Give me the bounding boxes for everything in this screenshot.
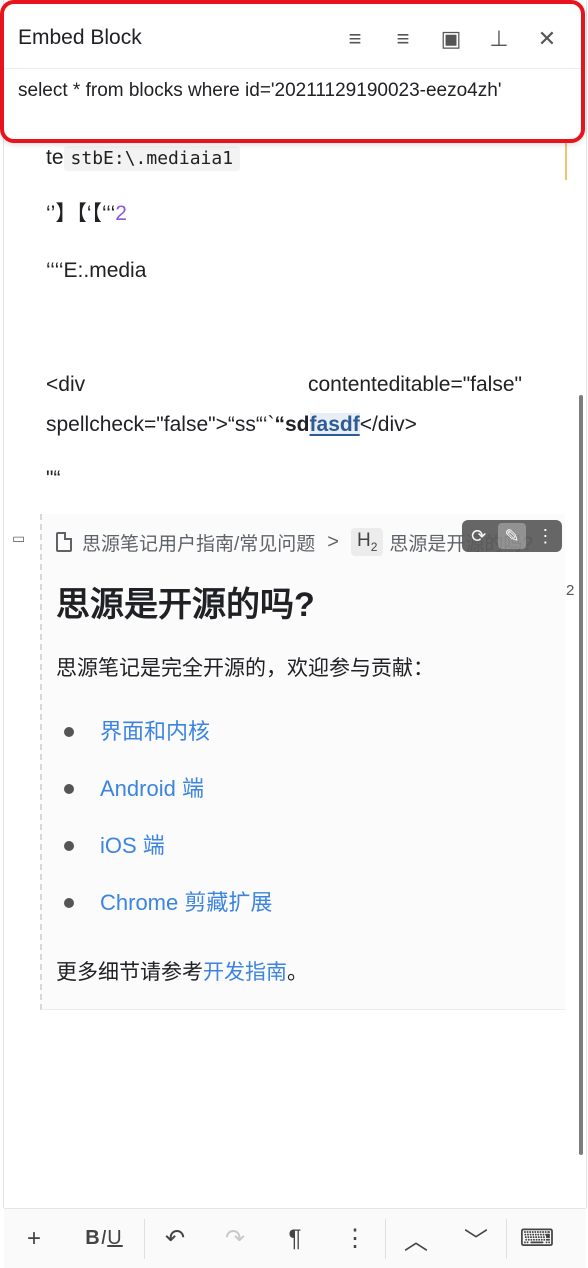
right-border <box>586 0 587 1208</box>
edit-icon[interactable]: ✎ <box>497 523 526 549</box>
embed-paragraph: 思源笔记是完全开源的，欢迎参与贡献： <box>56 657 434 680</box>
list-item: Chrome 剪藏扩展 <box>56 888 272 945</box>
bold-label: B <box>85 1227 101 1249</box>
collapse-list-icon[interactable]: ≡ <box>331 22 379 56</box>
left-border <box>3 0 4 1208</box>
embed-block[interactable]: 思源笔记用户指南/常见问题 > H2 思源是开源的吗? ⟳ ✎ ⋮ 思源是开源的… <box>40 514 565 1010</box>
underline-label: U <box>107 1227 123 1249</box>
heading-level-badge: H2 <box>350 528 384 556</box>
list-item: Android 端 <box>56 774 272 831</box>
editor-scrollbar[interactable] <box>579 395 583 1155</box>
bottom-toolbar: + BIU ↶ ↷ ¶ ⋮ ︿ ﹀ ⌨ <box>4 1208 586 1268</box>
selected-bold-text: fasdf <box>309 413 360 436</box>
blockquote-bar <box>565 140 567 180</box>
keyboard-icon[interactable]: ⌨ <box>507 1209 567 1268</box>
bold-text: “sd <box>274 413 310 436</box>
paragraph-div-line2[interactable]: spellcheck="false">“ss“‘`“sdfasdf</div> <box>46 411 417 439</box>
bullet-icon <box>64 841 74 851</box>
embed-toolbar: ⟳ ✎ ⋮ <box>462 520 562 552</box>
editor-area[interactable]: te stbE:\.mediaia1 ‘’】【‘【‘‘‘2 ‘‘‘‘E:.medi… <box>0 0 588 1208</box>
breadcrumb-path[interactable]: 思源笔记用户指南/常见问题 <box>82 529 315 556</box>
paragraph-brackets[interactable]: ‘’】【‘【‘‘‘2 <box>46 200 127 228</box>
side-number: 2 <box>566 582 575 599</box>
embed-block-popup: Embed Block ≡ ≡ ▣ ⊥ ✕ select * from bloc… <box>0 0 585 143</box>
embed-gutter-icon[interactable]: ▭ <box>12 530 36 550</box>
paragraph-div-line1[interactable]: <div <box>46 371 85 399</box>
bullet-icon <box>64 727 74 737</box>
list-link[interactable]: iOS 端 <box>100 831 165 888</box>
pin-icon[interactable]: ⊥ <box>475 22 523 56</box>
refresh-icon[interactable]: ⟳ <box>465 526 493 547</box>
inline-code: stbE:\.mediaia1 <box>63 146 241 171</box>
list-item: 界面和内核 <box>56 717 272 774</box>
paragraph-media[interactable]: ‘‘‘‘E:.media <box>46 257 146 285</box>
move-down-icon[interactable]: ﹀ <box>446 1209 506 1268</box>
dev-guide-link[interactable]: 开发指南 <box>203 961 287 984</box>
close-icon[interactable]: ✕ <box>523 22 571 56</box>
sql-query-input[interactable]: select * from blocks where id='202111291… <box>18 80 501 102</box>
outdent-list-icon[interactable]: ≡ <box>379 22 427 56</box>
more-icon[interactable]: ⋮ <box>325 1209 385 1268</box>
bracket-text: ‘’】【‘【‘‘‘ <box>46 202 116 225</box>
list-link[interactable]: Chrome 剪藏扩展 <box>100 888 272 945</box>
add-icon[interactable]: + <box>4 1209 64 1268</box>
paragraph-icon[interactable]: ¶ <box>265 1209 325 1268</box>
bullet-icon <box>64 898 74 908</box>
footer-text: 更多细节请参考 <box>56 961 203 984</box>
image-icon[interactable]: ▣ <box>427 22 475 56</box>
list-link[interactable]: 界面和内核 <box>100 717 210 774</box>
div-open: <div <box>46 373 86 396</box>
text-format-button[interactable]: BIU <box>64 1209 144 1268</box>
popup-toolbar: ≡ ≡ ▣ ⊥ ✕ <box>331 22 571 56</box>
div-attrs: spellcheck="false">“ss“‘` <box>46 413 275 436</box>
document-icon <box>56 532 72 552</box>
heading-h: H <box>356 530 371 552</box>
list-item: iOS 端 <box>56 831 272 888</box>
line-prefix: te <box>46 146 64 169</box>
embed-footer: 更多细节请参考开发指南。 <box>56 958 308 988</box>
bullet-icon <box>64 784 74 794</box>
more-icon[interactable]: ⋮ <box>531 526 559 547</box>
heading-level: 2 <box>370 539 378 554</box>
breadcrumb-separator: > <box>327 530 339 553</box>
footer-period: 。 <box>287 961 308 984</box>
move-up-icon[interactable]: ︿ <box>386 1209 446 1268</box>
div-close: </div> <box>359 413 417 436</box>
undo-icon[interactable]: ↶ <box>145 1209 205 1268</box>
paragraph-code-line[interactable]: te stbE:\.mediaia1 <box>46 144 241 173</box>
redo-icon[interactable]: ↷ <box>205 1209 265 1268</box>
popup-divider <box>4 68 581 69</box>
tag-number: 2 <box>115 202 127 225</box>
embed-list: 界面和内核 Android 端 iOS 端 Chrome 剪藏扩展 <box>56 717 272 945</box>
popup-title: Embed Block <box>18 26 142 49</box>
list-link[interactable]: Android 端 <box>100 774 204 831</box>
paragraph-div-attr: contenteditable="false" <box>308 373 522 396</box>
embed-heading: 思源是开源的吗? <box>56 586 315 624</box>
paragraph-quotes[interactable]: "“ <box>46 465 60 493</box>
